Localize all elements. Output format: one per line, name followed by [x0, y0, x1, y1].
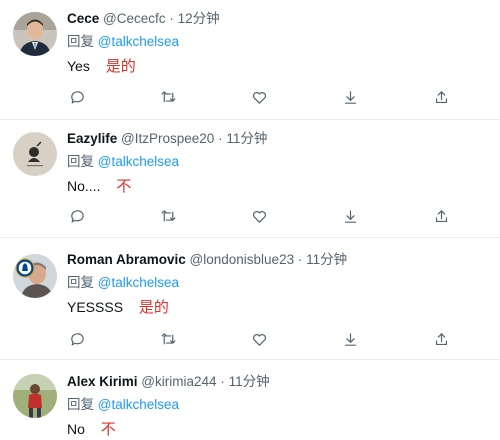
separator-dot: ·	[297, 252, 303, 267]
retweet-icon[interactable]	[158, 329, 178, 349]
tweet-text-content: No....	[67, 178, 101, 194]
reply-prefix: 回复	[67, 34, 94, 49]
tweet-header: Alex Kirimi @kirimia244 · 11分钟	[67, 373, 488, 391]
reply-context: 回复 @talkchelsea	[67, 33, 488, 51]
timestamp[interactable]: 11分钟	[229, 374, 270, 389]
retweet-icon[interactable]	[158, 206, 178, 226]
avatar[interactable]	[13, 254, 57, 298]
user-handle[interactable]: @londonisblue23	[190, 252, 295, 267]
mention-link[interactable]: @talkchelsea	[98, 154, 179, 169]
avatar[interactable]	[13, 12, 57, 56]
reply-icon[interactable]	[67, 329, 87, 349]
tweet-header: Eazylife @ItzProspee20 · 11分钟	[67, 130, 488, 148]
display-name[interactable]: Cece	[67, 11, 99, 26]
user-handle[interactable]: @kirimia244	[141, 374, 216, 389]
tweet-header: Cece @Cececfc · 12分钟	[67, 10, 488, 28]
mention-link[interactable]: @talkchelsea	[98, 34, 179, 49]
reply-icon[interactable]	[67, 206, 87, 226]
tweet-text: YESSSS 是的	[67, 298, 488, 317]
reply-icon[interactable]	[67, 87, 87, 107]
tweet-text-content: YESSSS	[67, 299, 124, 315]
tweet[interactable]: Alex Kirimi @kirimia244 · 11分钟 回复 @talkc…	[0, 360, 500, 440]
retweet-icon[interactable]	[158, 87, 178, 107]
reply-context: 回复 @talkchelsea	[67, 153, 488, 171]
separator-dot: ·	[220, 374, 225, 389]
red-annotation: 是的	[138, 299, 169, 316]
red-annotation: 不	[100, 421, 116, 438]
red-annotation: 不	[116, 178, 132, 195]
reply-prefix: 回复	[67, 154, 94, 169]
tweet-text: No 不	[67, 420, 488, 439]
separator-dot: ·	[169, 11, 174, 26]
like-icon[interactable]	[249, 329, 269, 349]
tweet[interactable]: Roman Abramovic @londonisblue23 · 11分钟 回…	[0, 238, 500, 360]
tweet-text-content: No	[67, 421, 85, 437]
mention-link[interactable]: @talkchelsea	[98, 275, 179, 290]
tweet-text: No.... 不	[67, 177, 488, 196]
timestamp[interactable]: 12分钟	[178, 11, 220, 26]
share-icon[interactable]	[431, 206, 451, 226]
download-icon[interactable]	[340, 87, 360, 107]
download-icon[interactable]	[340, 329, 360, 349]
tweet[interactable]: Cece @Cececfc · 12分钟 回复 @talkchelsea Yes…	[0, 0, 500, 120]
tweet-header: Roman Abramovic @londonisblue23 · 11分钟	[67, 251, 488, 269]
share-icon[interactable]	[431, 87, 451, 107]
avatar[interactable]	[13, 132, 57, 176]
reply-context: 回复 @talkchelsea	[67, 274, 488, 292]
reply-feed: Cece @Cececfc · 12分钟 回复 @talkchelsea Yes…	[0, 0, 500, 440]
timestamp[interactable]: 11分钟	[306, 252, 347, 267]
reply-prefix: 回复	[67, 275, 94, 290]
like-icon[interactable]	[249, 87, 269, 107]
display-name[interactable]: Alex Kirimi	[67, 374, 138, 389]
separator-dot: ·	[218, 131, 223, 146]
download-icon[interactable]	[340, 206, 360, 226]
avatar[interactable]	[13, 374, 57, 418]
display-name[interactable]: Roman Abramovic	[67, 252, 186, 267]
tweet[interactable]: Eazylife @ItzProspee20 · 11分钟 回复 @talkch…	[0, 120, 500, 238]
reply-prefix: 回复	[67, 397, 94, 412]
mention-link[interactable]: @talkchelsea	[98, 397, 179, 412]
reply-context: 回复 @talkchelsea	[67, 396, 488, 414]
action-bar	[67, 329, 451, 349]
action-bar	[67, 87, 451, 107]
action-bar	[67, 206, 451, 226]
display-name[interactable]: Eazylife	[67, 131, 117, 146]
tweet-text-content: Yes	[67, 58, 90, 74]
share-icon[interactable]	[431, 329, 451, 349]
red-annotation: 是的	[105, 58, 136, 75]
tweet-text: Yes 是的	[67, 57, 488, 76]
user-handle[interactable]: @Cececfc	[103, 11, 165, 26]
timestamp[interactable]: 11分钟	[226, 131, 267, 146]
like-icon[interactable]	[249, 206, 269, 226]
user-handle[interactable]: @ItzProspee20	[121, 131, 214, 146]
